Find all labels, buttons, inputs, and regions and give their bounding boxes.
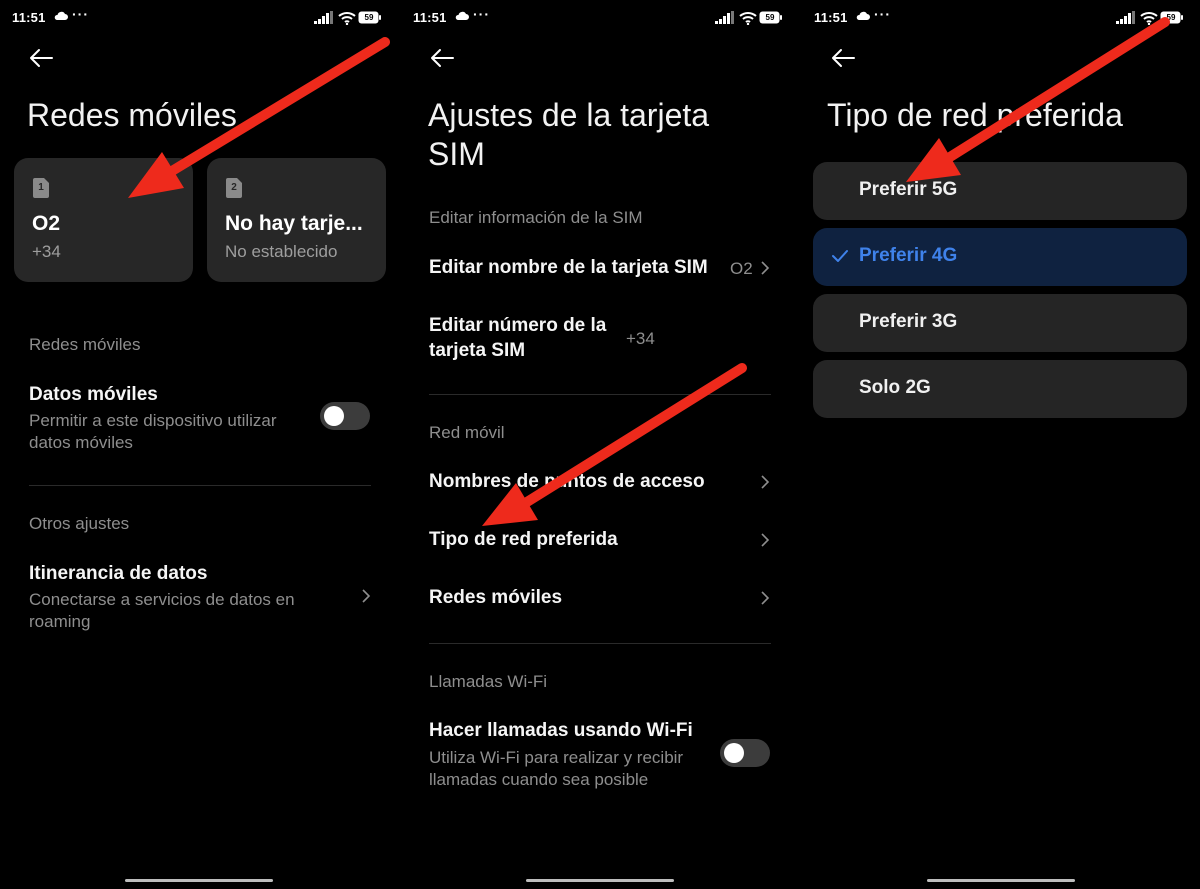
home-indicator[interactable] [526, 879, 674, 882]
status-bar: 11:51 ··· 59 [401, 6, 799, 28]
network-option-5g[interactable]: Preferir 5G [813, 162, 1187, 220]
row-subtitle: roaming [29, 612, 91, 631]
toggle-knob [324, 406, 344, 426]
apn-row[interactable]: Nombres de puntos de acceso [401, 466, 799, 500]
option-label: Preferir 5G [859, 179, 958, 200]
status-bar: 11:51 ··· 59 [0, 6, 398, 28]
more-notifications-icon: ··· [72, 6, 89, 22]
row-title: Itinerancia de datos [29, 563, 208, 584]
row-title: Nombres de puntos de acceso [429, 471, 705, 492]
screen-sim-settings: 11:51 ··· 59 Ajustes de la tarjeta SIM E… [401, 0, 799, 889]
row-subtitle: llamadas cuando sea posible [429, 770, 649, 789]
wifi-calling-row[interactable]: Hacer llamadas usando Wi-Fi Utiliza Wi-F… [401, 716, 799, 796]
battery-level: 59 [765, 13, 775, 22]
cloud-icon [856, 11, 870, 20]
toggle-knob [724, 743, 744, 763]
cloud-icon [54, 11, 68, 20]
wifi-icon [338, 12, 356, 25]
row-title: Hacer llamadas usando Wi-Fi [429, 720, 693, 741]
wifi-icon [739, 12, 757, 25]
edit-sim-name-row[interactable]: Editar nombre de la tarjeta SIM O2 [401, 252, 799, 286]
status-bar: 11:51 ··· 59 [802, 6, 1200, 28]
signal-icon [715, 11, 734, 24]
signal-icon [1116, 11, 1135, 24]
divider [29, 485, 371, 486]
section-label-mobile-networks: Redes móviles [29, 335, 141, 354]
row-title: Editar número de la [429, 315, 607, 336]
home-indicator[interactable] [125, 879, 273, 882]
page-title: Ajustes de la tarjeta [428, 97, 710, 133]
divider [429, 643, 771, 644]
chevron-right-icon [761, 533, 770, 547]
back-arrow-icon[interactable] [27, 46, 55, 70]
mobile-networks-row[interactable]: Redes móviles [401, 582, 799, 616]
mobile-data-row[interactable]: Datos móviles Permitir a este dispositiv… [0, 380, 398, 460]
battery-level: 59 [364, 13, 374, 22]
edit-sim-number-row[interactable]: Editar número de la tarjeta SIM +34 [401, 312, 799, 368]
section-label-mobile-network: Red móvil [429, 423, 505, 442]
row-subtitle: Permitir a este dispositivo utilizar [29, 411, 277, 430]
screenshot-stage: 11:51 ··· 59 Redes móviles 1 O2 +34 2 No… [0, 0, 1200, 889]
preferred-network-type-row[interactable]: Tipo de red preferida [401, 524, 799, 558]
wifi-calling-toggle[interactable] [720, 739, 770, 767]
option-label: Solo 2G [859, 377, 931, 398]
sim-slot-number: 1 [38, 182, 44, 193]
row-subtitle: Utiliza Wi-Fi para realizar y recibir [429, 748, 684, 767]
chevron-right-icon [761, 591, 770, 605]
sim-card-2[interactable]: 2 No hay tarje... No establecido [207, 158, 386, 282]
data-roaming-row[interactable]: Itinerancia de datos Conectarse a servic… [0, 560, 398, 636]
status-time: 11:51 [12, 10, 46, 25]
chevron-right-icon [761, 475, 770, 489]
row-value: +34 [626, 329, 655, 348]
row-subtitle: datos móviles [29, 433, 133, 452]
page-title: Redes móviles [27, 97, 237, 133]
wifi-icon [1140, 12, 1158, 25]
row-subtitle: Conectarse a servicios de datos en [29, 590, 295, 609]
screen-mobile-networks: 11:51 ··· 59 Redes móviles 1 O2 +34 2 No… [0, 0, 398, 889]
home-indicator[interactable] [927, 879, 1075, 882]
sim-name: O2 [32, 212, 61, 235]
mobile-data-toggle[interactable] [320, 402, 370, 430]
section-label-wifi-calling: Llamadas Wi-Fi [429, 672, 548, 691]
status-time: 11:51 [413, 10, 447, 25]
row-title: Datos móviles [29, 384, 158, 405]
more-notifications-icon: ··· [874, 6, 891, 22]
row-value: O2 [730, 259, 753, 278]
row-title-line2: tarjeta SIM [429, 340, 526, 361]
page-title-line2: SIM [428, 136, 485, 172]
page-title: Tipo de red preferida [827, 97, 1123, 133]
divider [429, 394, 771, 395]
cloud-icon [455, 11, 469, 20]
checkmark-icon [832, 250, 848, 262]
chevron-right-icon [761, 261, 770, 275]
row-title: Redes móviles [429, 587, 563, 608]
option-label: Preferir 3G [859, 311, 958, 332]
sim-slot-number: 2 [231, 182, 237, 193]
more-notifications-icon: ··· [473, 6, 490, 22]
row-title: Tipo de red preferida [429, 529, 618, 550]
network-option-4g[interactable]: Preferir 4G [813, 228, 1187, 286]
back-arrow-icon[interactable] [829, 46, 857, 70]
sim-status: No establecido [225, 242, 338, 261]
section-label-other-settings: Otros ajustes [29, 514, 130, 533]
network-option-2g[interactable]: Solo 2G [813, 360, 1187, 418]
battery-level: 59 [1166, 13, 1176, 22]
status-icons: 59 [715, 11, 785, 25]
sim-name: No hay tarje... [225, 212, 363, 235]
status-icons: 59 [1116, 11, 1186, 25]
screen-preferred-network-type: 11:51 ··· 59 Tipo de red preferida Prefe… [802, 0, 1200, 889]
option-label: Preferir 4G [859, 245, 958, 266]
status-time: 11:51 [814, 10, 848, 25]
signal-icon [314, 11, 333, 24]
back-arrow-icon[interactable] [428, 46, 456, 70]
section-label-edit-sim: Editar información de la SIM [429, 208, 643, 227]
chevron-right-icon [362, 589, 371, 603]
sim-card-1[interactable]: 1 O2 +34 [14, 158, 193, 282]
row-title: Editar nombre de la tarjeta SIM [429, 257, 708, 278]
status-icons: 59 [314, 11, 384, 25]
sim-number: +34 [32, 242, 61, 261]
network-option-3g[interactable]: Preferir 3G [813, 294, 1187, 352]
